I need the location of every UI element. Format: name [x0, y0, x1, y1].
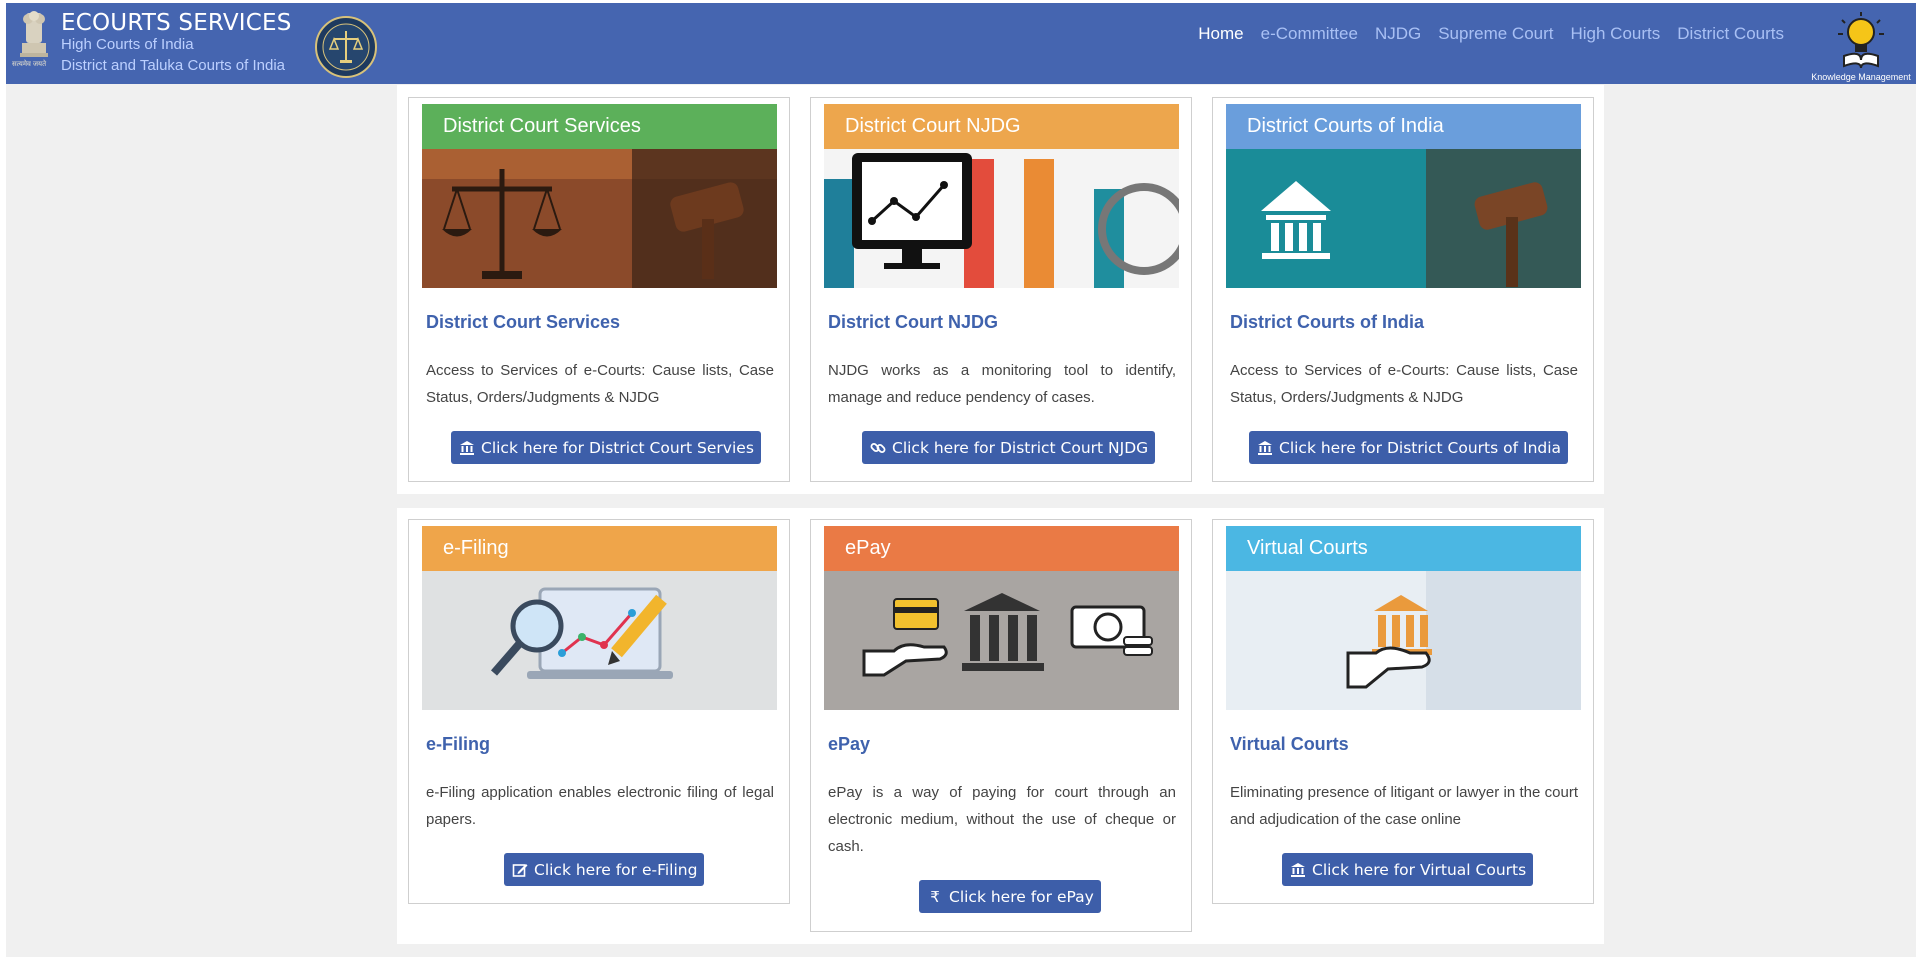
card-district-court-njdg: District Court NJDG District Court NJDG … [810, 97, 1192, 482]
lightbulb-book-icon [1838, 12, 1884, 69]
site-title[interactable]: ECOURTS SERVICES [61, 10, 292, 36]
services-row-2: e-Filing e-Filing e-Filing application e… [397, 508, 1604, 944]
card-title[interactable]: e-Filing [426, 734, 490, 755]
banner-virtual-courts[interactable]: Virtual Courts [1226, 526, 1581, 710]
edit-icon [511, 861, 529, 879]
card-title[interactable]: District Courts of India [1230, 312, 1424, 333]
card-description: Eliminating presence of litigant or lawy… [1230, 784, 1578, 828]
banner-district-court-njdg[interactable]: District Court NJDG [824, 104, 1179, 288]
nav-e-committee[interactable]: e-Committee [1261, 24, 1358, 44]
card-district-court-services: District Court Services District Court S… [408, 97, 790, 482]
virtual-courts-button[interactable]: Click here for Virtual Courts [1282, 853, 1534, 886]
payment-bank-image [824, 571, 1179, 710]
epay-button[interactable]: ₹ Click here for ePay [919, 880, 1101, 913]
nav-njdg[interactable]: NJDG [1375, 24, 1421, 44]
banner-label: e-Filing [422, 526, 777, 571]
banner-label: District Courts of India [1226, 104, 1581, 149]
card-title[interactable]: ePay [828, 734, 870, 755]
banner-epay[interactable]: ePay [824, 526, 1179, 710]
button-label: Click here for e-Filing [534, 860, 698, 879]
nav-district-courts[interactable]: District Courts [1677, 24, 1784, 44]
nav-home[interactable]: Home [1198, 24, 1243, 44]
banner-district-courts-of-india[interactable]: District Courts of India [1226, 104, 1581, 288]
button-label: Click here for ePay [949, 887, 1094, 906]
rupee-icon: ₹ [930, 887, 940, 906]
button-label: Click here for District Courts of India [1279, 438, 1562, 457]
card-title[interactable]: District Court Services [426, 312, 620, 333]
card-description: ePay is a way of paying for court throug… [828, 784, 1176, 855]
banner-label: District Court NJDG [824, 104, 1179, 149]
njdg-monitor-chart-image [824, 149, 1179, 288]
card-description: e-Filing application enables electronic … [426, 784, 774, 828]
e-filing-button[interactable]: Click here for e-Filing [504, 853, 705, 886]
court-seal-icon [315, 16, 377, 78]
magnifier-chart-pencil-image [422, 571, 777, 710]
district-courts-of-india-button[interactable]: Click here for District Courts of India [1249, 431, 1569, 464]
card-title[interactable]: District Court NJDG [828, 312, 998, 333]
bank-icon [458, 439, 476, 457]
banner-label: Virtual Courts [1226, 526, 1581, 571]
card-description: Access to Services of e-Courts: Cause li… [426, 362, 774, 406]
bank-icon [1289, 861, 1307, 879]
site-subtitle-high-courts[interactable]: High Courts of India [61, 36, 194, 53]
site-subtitle-district-courts[interactable]: District and Taluka Courts of India [61, 57, 285, 74]
court-building-gavel-image [1226, 149, 1581, 288]
banner-label: District Court Services [422, 104, 777, 149]
button-label: Click here for District Court Servies [481, 438, 754, 457]
button-label: Click here for District Court NJDG [892, 438, 1149, 457]
card-virtual-courts: Virtual Courts Virtual Courts Eliminatin… [1212, 519, 1594, 904]
card-description: Access to Services of e-Courts: Cause li… [1230, 362, 1578, 406]
banner-district-court-services[interactable]: District Court Services [422, 104, 777, 288]
district-court-services-button[interactable]: Click here for District Court Servies [451, 431, 761, 464]
services-row-1: District Court Services District Court S… [397, 85, 1604, 494]
button-label: Click here for Virtual Courts [1312, 860, 1527, 879]
banner-e-filing[interactable]: e-Filing [422, 526, 777, 710]
emblem-caption: सत्यमेव जयते [12, 61, 47, 68]
top-header: सत्यमेव जयते ECOURTS SERVICES High Court… [6, 3, 1916, 84]
card-district-courts-of-india: District Courts of India District Courts… [1212, 97, 1594, 482]
knowledge-management-link[interactable]: Knowledge Management [1803, 8, 1916, 84]
scales-gavel-image [422, 149, 777, 288]
bank-icon [1256, 439, 1274, 457]
main-nav: Home e-Committee NJDG Supreme Court High… [1198, 24, 1784, 44]
hand-court-binary-image [1226, 571, 1581, 710]
card-e-filing: e-Filing e-Filing e-Filing application e… [408, 519, 790, 904]
link-icon [869, 439, 887, 457]
nav-high-courts[interactable]: High Courts [1571, 24, 1661, 44]
district-court-njdg-button[interactable]: Click here for District Court NJDG [862, 431, 1156, 464]
knowledge-management-label: Knowledge Management [1811, 72, 1911, 82]
card-epay: ePay ePay ePay is a way of paying for co… [810, 519, 1192, 932]
card-description: NJDG works as a monitoring tool to ident… [828, 362, 1176, 406]
banner-label: ePay [824, 526, 1179, 571]
nav-supreme-court[interactable]: Supreme Court [1438, 24, 1553, 44]
card-title[interactable]: Virtual Courts [1230, 734, 1349, 755]
